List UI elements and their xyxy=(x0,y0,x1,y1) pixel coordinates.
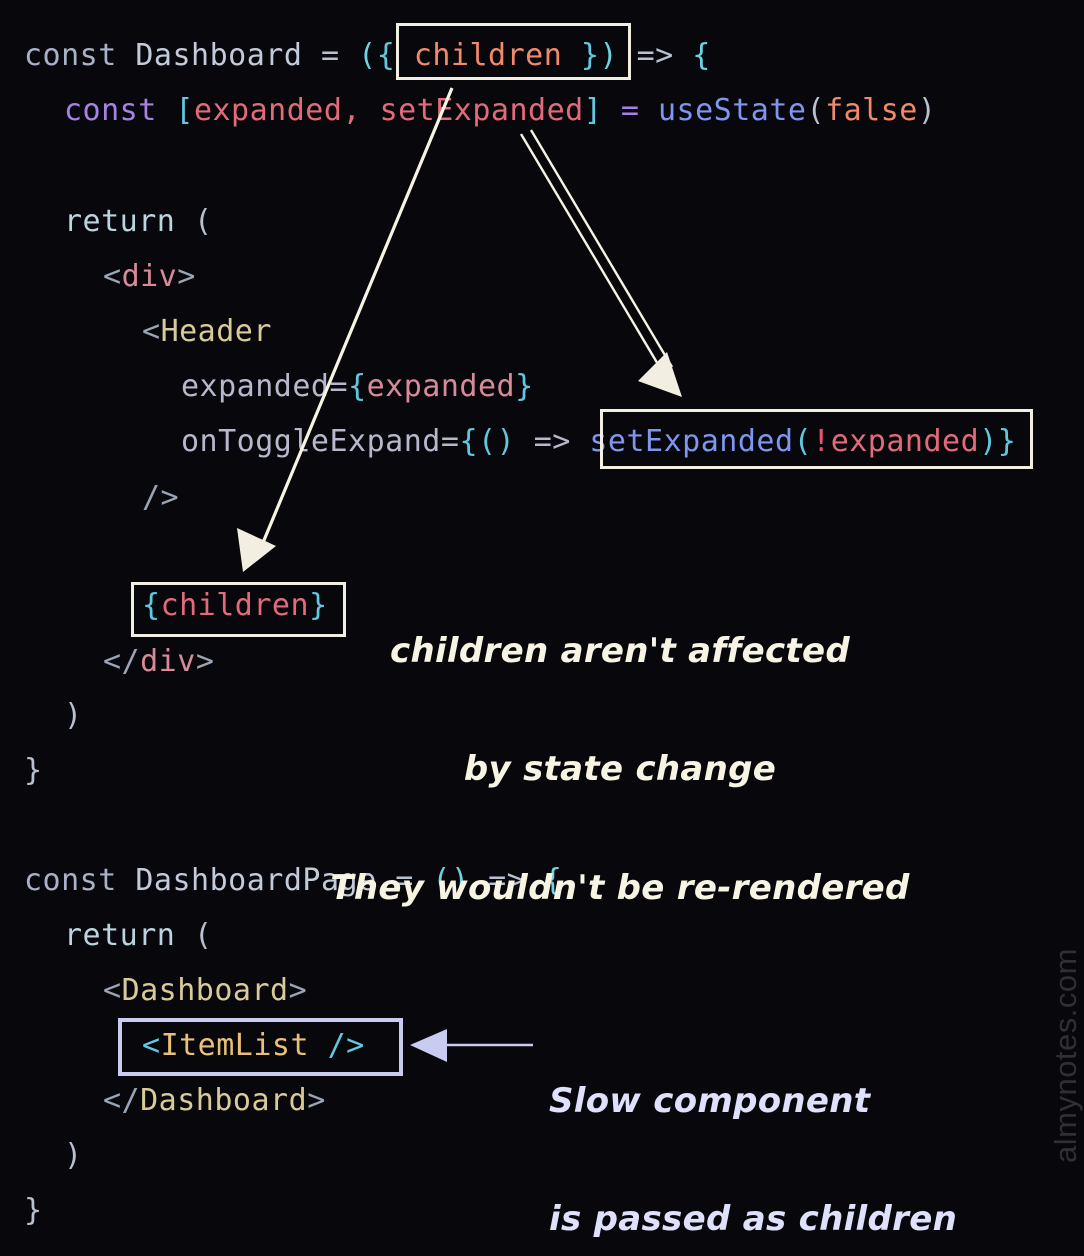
annotation-children-note-line-3: They wouldn't be re-rendered xyxy=(330,867,910,908)
code-token: [ xyxy=(175,93,194,128)
code-token: = xyxy=(440,424,460,459)
code-token: Dashboard xyxy=(140,1083,308,1118)
code-line-header-open: <Header xyxy=(142,317,272,347)
code-token: = xyxy=(620,93,640,128)
screenshot-canvas: const Dashboard = ({ children }) => { co… xyxy=(0,0,1084,1256)
annotation-children-note-line-1: children aren't affected xyxy=(390,630,850,671)
code-token: false xyxy=(825,93,918,128)
code-token: const xyxy=(24,38,117,73)
code-token: expanded xyxy=(181,369,330,404)
code-token: const xyxy=(64,93,157,128)
code-token: ) xyxy=(496,424,516,459)
code-token: Dashboard xyxy=(121,973,289,1008)
code-token: useState xyxy=(658,93,807,128)
code-token: } xyxy=(24,1193,43,1228)
code-line-page-return-close: ) xyxy=(64,1141,83,1171)
code-token: onToggleExpand xyxy=(181,424,441,459)
code-token: } xyxy=(515,369,534,404)
code-token: { xyxy=(348,369,367,404)
code-token: ) xyxy=(64,698,83,733)
code-token: , xyxy=(342,93,380,128)
code-token: div xyxy=(121,259,178,294)
code-line-usestate: const [expanded, setExpanded] = useState… xyxy=(64,96,936,126)
code-line-dashboard-close-tag: </Dashboard> xyxy=(103,1086,326,1116)
code-token: } xyxy=(24,753,43,788)
code-line-div-close: </div> xyxy=(103,647,214,677)
code-token: ( xyxy=(358,38,377,73)
code-token: ] xyxy=(583,93,603,128)
code-token: ) xyxy=(64,1138,83,1173)
highlight-item-list xyxy=(118,1018,403,1076)
code-token: > xyxy=(195,644,215,679)
code-token: = xyxy=(329,369,349,404)
code-token: expanded xyxy=(366,369,516,404)
code-token: ( xyxy=(193,204,213,239)
code-token: < xyxy=(142,314,161,349)
code-token: > xyxy=(288,973,308,1008)
code-token: { xyxy=(376,38,396,73)
highlight-children-param xyxy=(396,23,631,80)
code-token: > xyxy=(307,1083,326,1118)
code-token: > xyxy=(177,259,196,294)
code-token: = xyxy=(302,38,359,73)
code-line-dashboardpage-close: } xyxy=(24,1196,43,1226)
annotation-slow-note-line-2: is passed as children xyxy=(549,1199,958,1240)
code-token: Dashboard xyxy=(135,38,303,73)
code-line-dashboard-open: <Dashboard> xyxy=(103,976,307,1006)
highlight-children-slot xyxy=(131,582,346,637)
code-token: </ xyxy=(103,644,141,679)
code-token: < xyxy=(103,259,122,294)
code-token: ( xyxy=(193,918,213,953)
code-line-div-open: <div> xyxy=(103,262,196,292)
arrow-setexpanded-to-callsite xyxy=(519,129,682,397)
code-token: setExpanded xyxy=(379,93,584,128)
annotation-children-note-line-2: by state change xyxy=(463,749,777,790)
code-line-return-close: ) xyxy=(64,701,83,731)
code-line-expanded-prop: expanded={expanded} xyxy=(181,372,534,402)
code-token: expanded xyxy=(193,93,343,128)
code-token: ) xyxy=(917,93,937,128)
code-token: => xyxy=(636,38,674,73)
code-line-page-return-open: return ( xyxy=(64,921,213,951)
code-line-return-open: return ( xyxy=(64,207,213,237)
code-token: { xyxy=(459,424,478,459)
code-token: => xyxy=(533,424,571,459)
code-token: < xyxy=(103,973,122,1008)
code-token: ( xyxy=(478,424,497,459)
code-token: </ xyxy=(103,1083,141,1118)
code-token: ( xyxy=(806,93,826,128)
code-token: Header xyxy=(160,314,272,349)
code-token: const xyxy=(24,863,117,898)
code-line-dashboard-close: } xyxy=(24,756,43,786)
code-line-header-selfclose: /> xyxy=(142,483,179,513)
code-token: return xyxy=(64,204,176,239)
code-token: return xyxy=(64,918,176,953)
code-token: div xyxy=(140,644,196,679)
highlight-set-expanded xyxy=(600,409,1033,469)
annotation-children-note: children aren't affected by state change… xyxy=(330,553,910,987)
code-token: { xyxy=(692,38,711,73)
annotation-slow-note: Slow component is passed as children xyxy=(549,1003,989,1256)
site-watermark: almynotes.com xyxy=(1048,948,1083,1163)
annotation-slow-note-line-1: Slow component xyxy=(549,1080,871,1121)
code-token: /> xyxy=(142,480,180,515)
arrow-slow-note-to-itemlist xyxy=(410,1029,533,1062)
